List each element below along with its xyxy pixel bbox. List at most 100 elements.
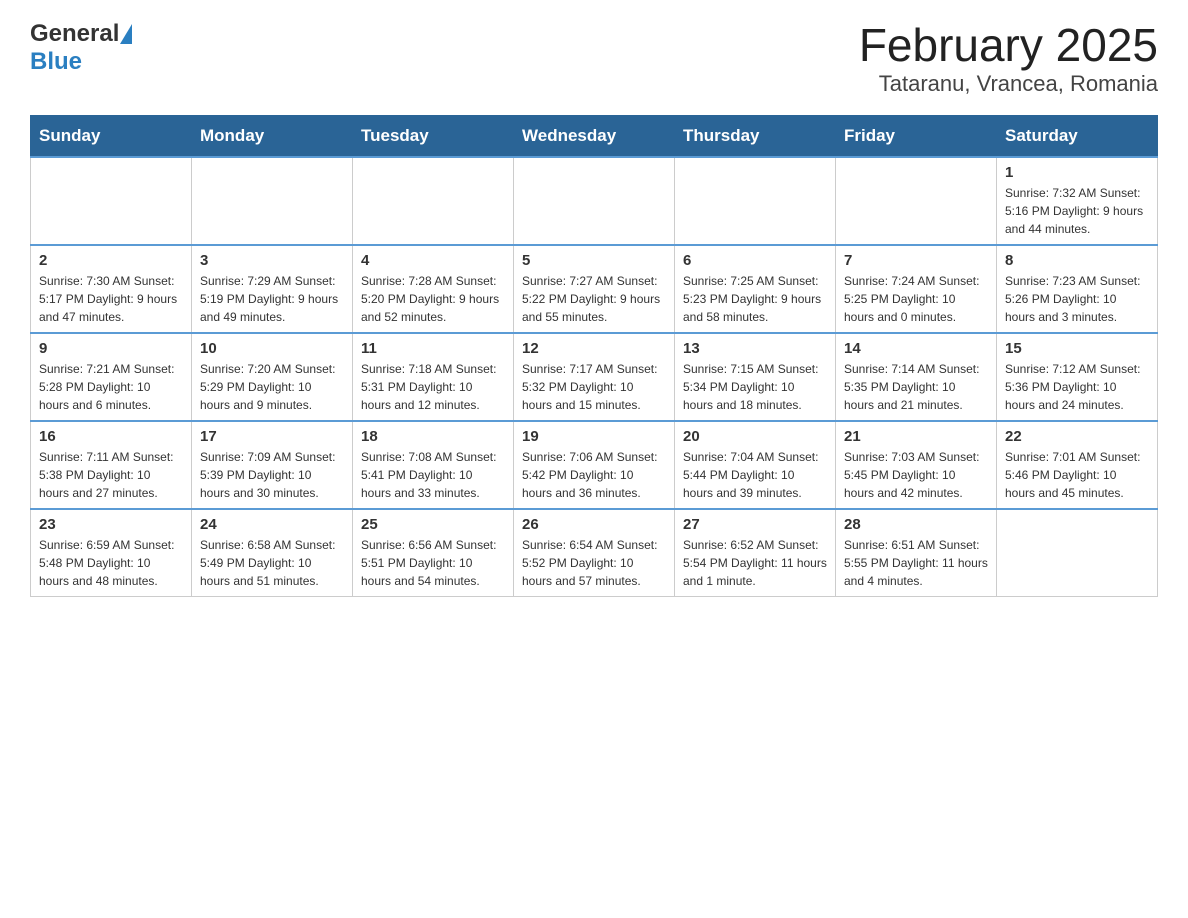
day-of-week-header: Tuesday xyxy=(353,115,514,157)
calendar-week-row: 9 Sunrise: 7:21 AM Sunset: 5:28 PM Daylig… xyxy=(31,333,1158,421)
calendar-table: SundayMondayTuesdayWednesdayThursdayFrid… xyxy=(30,115,1158,597)
calendar-day-cell: 12Sunrise: 7:17 AM Sunset: 5:32 PM Dayli… xyxy=(514,333,675,421)
day-number: 9 xyxy=(39,340,183,357)
day-info: Sunrise: 7:03 AM Sunset: 5:45 PM Dayligh… xyxy=(844,448,988,502)
calendar-day-cell xyxy=(675,157,836,245)
day-number: 10 xyxy=(200,340,344,357)
calendar-day-cell: 26Sunrise: 6:54 AM Sunset: 5:52 PM Dayli… xyxy=(514,509,675,597)
day-number: 1 xyxy=(1005,164,1149,181)
day-of-week-header: Saturday xyxy=(997,115,1158,157)
day-info: Sunrise: 6:56 AM Sunset: 5:51 PM Dayligh… xyxy=(361,536,505,590)
logo-blue-text: Blue xyxy=(30,48,82,76)
logo: General Blue xyxy=(30,20,132,76)
day-info: Sunrise: 7:17 AM Sunset: 5:32 PM Dayligh… xyxy=(522,360,666,414)
day-number: 11 xyxy=(361,340,505,357)
day-of-week-header: Friday xyxy=(836,115,997,157)
calendar-day-cell xyxy=(192,157,353,245)
calendar-day-cell: 13 Sunrise: 7:15 AM Sunset: 5:34 PM Dayli… xyxy=(675,333,836,421)
calendar-day-cell xyxy=(353,157,514,245)
calendar-subtitle: Tataranu, Vrancea, Romania xyxy=(859,71,1158,97)
calendar-day-cell xyxy=(514,157,675,245)
day-number: 27 xyxy=(683,516,827,533)
day-number: 2 xyxy=(39,252,183,269)
day-info: Sunrise: 7:14 AM Sunset: 5:35 PM Dayligh… xyxy=(844,360,988,414)
calendar-day-cell: 8 Sunrise: 7:23 AM Sunset: 5:26 PM Daylig… xyxy=(997,245,1158,333)
calendar-day-cell: 14 Sunrise: 7:14 AM Sunset: 5:35 PM Dayli… xyxy=(836,333,997,421)
day-number: 22 xyxy=(1005,428,1149,445)
title-area: February 2025 Tataranu, Vrancea, Romania xyxy=(859,20,1158,97)
day-info: Sunrise: 6:59 AM Sunset: 5:48 PM Dayligh… xyxy=(39,536,183,590)
day-info: Sunrise: 7:30 AM Sunset: 5:17 PM Dayligh… xyxy=(39,272,183,326)
calendar-day-cell: 1Sunrise: 7:32 AM Sunset: 5:16 PM Daylig… xyxy=(997,157,1158,245)
day-info: Sunrise: 7:01 AM Sunset: 5:46 PM Dayligh… xyxy=(1005,448,1149,502)
calendar-day-cell: 9 Sunrise: 7:21 AM Sunset: 5:28 PM Daylig… xyxy=(31,333,192,421)
day-number: 14 xyxy=(844,340,988,357)
calendar-day-cell: 10 Sunrise: 7:20 AM Sunset: 5:29 PM Dayli… xyxy=(192,333,353,421)
calendar-day-cell xyxy=(31,157,192,245)
calendar-day-cell: 3Sunrise: 7:29 AM Sunset: 5:19 PM Daylig… xyxy=(192,245,353,333)
day-info: Sunrise: 7:28 AM Sunset: 5:20 PM Dayligh… xyxy=(361,272,505,326)
calendar-day-cell: 21 Sunrise: 7:03 AM Sunset: 5:45 PM Dayli… xyxy=(836,421,997,509)
calendar-day-cell: 28Sunrise: 6:51 AM Sunset: 5:55 PM Dayli… xyxy=(836,509,997,597)
day-info: Sunrise: 7:15 AM Sunset: 5:34 PM Dayligh… xyxy=(683,360,827,414)
day-number: 21 xyxy=(844,428,988,445)
day-number: 18 xyxy=(361,428,505,445)
day-info: Sunrise: 6:52 AM Sunset: 5:54 PM Dayligh… xyxy=(683,536,827,590)
day-number: 6 xyxy=(683,252,827,269)
calendar-day-cell xyxy=(836,157,997,245)
day-number: 17 xyxy=(200,428,344,445)
day-info: Sunrise: 6:58 AM Sunset: 5:49 PM Dayligh… xyxy=(200,536,344,590)
calendar-day-cell xyxy=(997,509,1158,597)
day-info: Sunrise: 6:51 AM Sunset: 5:55 PM Dayligh… xyxy=(844,536,988,590)
day-info: Sunrise: 7:24 AM Sunset: 5:25 PM Dayligh… xyxy=(844,272,988,326)
calendar-day-cell: 6 Sunrise: 7:25 AM Sunset: 5:23 PM Daylig… xyxy=(675,245,836,333)
day-info: Sunrise: 7:11 AM Sunset: 5:38 PM Dayligh… xyxy=(39,448,183,502)
day-info: Sunrise: 7:08 AM Sunset: 5:41 PM Dayligh… xyxy=(361,448,505,502)
day-of-week-header: Thursday xyxy=(675,115,836,157)
day-number: 16 xyxy=(39,428,183,445)
calendar-week-row: 2 Sunrise: 7:30 AM Sunset: 5:17 PM Daylig… xyxy=(31,245,1158,333)
day-number: 7 xyxy=(844,252,988,269)
calendar-header-row: SundayMondayTuesdayWednesdayThursdayFrid… xyxy=(31,115,1158,157)
calendar-day-cell: 17 Sunrise: 7:09 AM Sunset: 5:39 PM Dayli… xyxy=(192,421,353,509)
logo-triangle-icon xyxy=(120,24,132,44)
calendar-day-cell: 7 Sunrise: 7:24 AM Sunset: 5:25 PM Daylig… xyxy=(836,245,997,333)
day-of-week-header: Sunday xyxy=(31,115,192,157)
calendar-day-cell: 24 Sunrise: 6:58 AM Sunset: 5:49 PM Dayli… xyxy=(192,509,353,597)
day-info: Sunrise: 7:09 AM Sunset: 5:39 PM Dayligh… xyxy=(200,448,344,502)
logo-general-text: General xyxy=(30,20,119,48)
calendar-day-cell: 22 Sunrise: 7:01 AM Sunset: 5:46 PM Dayli… xyxy=(997,421,1158,509)
day-number: 15 xyxy=(1005,340,1149,357)
day-info: Sunrise: 7:23 AM Sunset: 5:26 PM Dayligh… xyxy=(1005,272,1149,326)
day-number: 8 xyxy=(1005,252,1149,269)
day-info: Sunrise: 7:25 AM Sunset: 5:23 PM Dayligh… xyxy=(683,272,827,326)
day-number: 24 xyxy=(200,516,344,533)
calendar-week-row: 1Sunrise: 7:32 AM Sunset: 5:16 PM Daylig… xyxy=(31,157,1158,245)
day-info: Sunrise: 7:20 AM Sunset: 5:29 PM Dayligh… xyxy=(200,360,344,414)
calendar-day-cell: 19 Sunrise: 7:06 AM Sunset: 5:42 PM Dayli… xyxy=(514,421,675,509)
calendar-day-cell: 23Sunrise: 6:59 AM Sunset: 5:48 PM Dayli… xyxy=(31,509,192,597)
day-number: 3 xyxy=(200,252,344,269)
day-info: Sunrise: 7:27 AM Sunset: 5:22 PM Dayligh… xyxy=(522,272,666,326)
calendar-day-cell: 16 Sunrise: 7:11 AM Sunset: 5:38 PM Dayli… xyxy=(31,421,192,509)
day-info: Sunrise: 6:54 AM Sunset: 5:52 PM Dayligh… xyxy=(522,536,666,590)
calendar-day-cell: 27 Sunrise: 6:52 AM Sunset: 5:54 PM Dayli… xyxy=(675,509,836,597)
day-info: Sunrise: 7:18 AM Sunset: 5:31 PM Dayligh… xyxy=(361,360,505,414)
day-info: Sunrise: 7:04 AM Sunset: 5:44 PM Dayligh… xyxy=(683,448,827,502)
calendar-day-cell: 5Sunrise: 7:27 AM Sunset: 5:22 PM Daylig… xyxy=(514,245,675,333)
calendar-day-cell: 18 Sunrise: 7:08 AM Sunset: 5:41 PM Dayli… xyxy=(353,421,514,509)
day-info: Sunrise: 7:21 AM Sunset: 5:28 PM Dayligh… xyxy=(39,360,183,414)
calendar-day-cell: 25 Sunrise: 6:56 AM Sunset: 5:51 PM Dayli… xyxy=(353,509,514,597)
calendar-title: February 2025 xyxy=(859,20,1158,71)
calendar-day-cell: 15 Sunrise: 7:12 AM Sunset: 5:36 PM Dayli… xyxy=(997,333,1158,421)
calendar-week-row: 23Sunrise: 6:59 AM Sunset: 5:48 PM Dayli… xyxy=(31,509,1158,597)
day-number: 19 xyxy=(522,428,666,445)
day-of-week-header: Wednesday xyxy=(514,115,675,157)
day-info: Sunrise: 7:06 AM Sunset: 5:42 PM Dayligh… xyxy=(522,448,666,502)
calendar-day-cell: 20 Sunrise: 7:04 AM Sunset: 5:44 PM Dayli… xyxy=(675,421,836,509)
day-number: 13 xyxy=(683,340,827,357)
day-number: 20 xyxy=(683,428,827,445)
day-info: Sunrise: 7:12 AM Sunset: 5:36 PM Dayligh… xyxy=(1005,360,1149,414)
day-number: 25 xyxy=(361,516,505,533)
calendar-day-cell: 2 Sunrise: 7:30 AM Sunset: 5:17 PM Daylig… xyxy=(31,245,192,333)
